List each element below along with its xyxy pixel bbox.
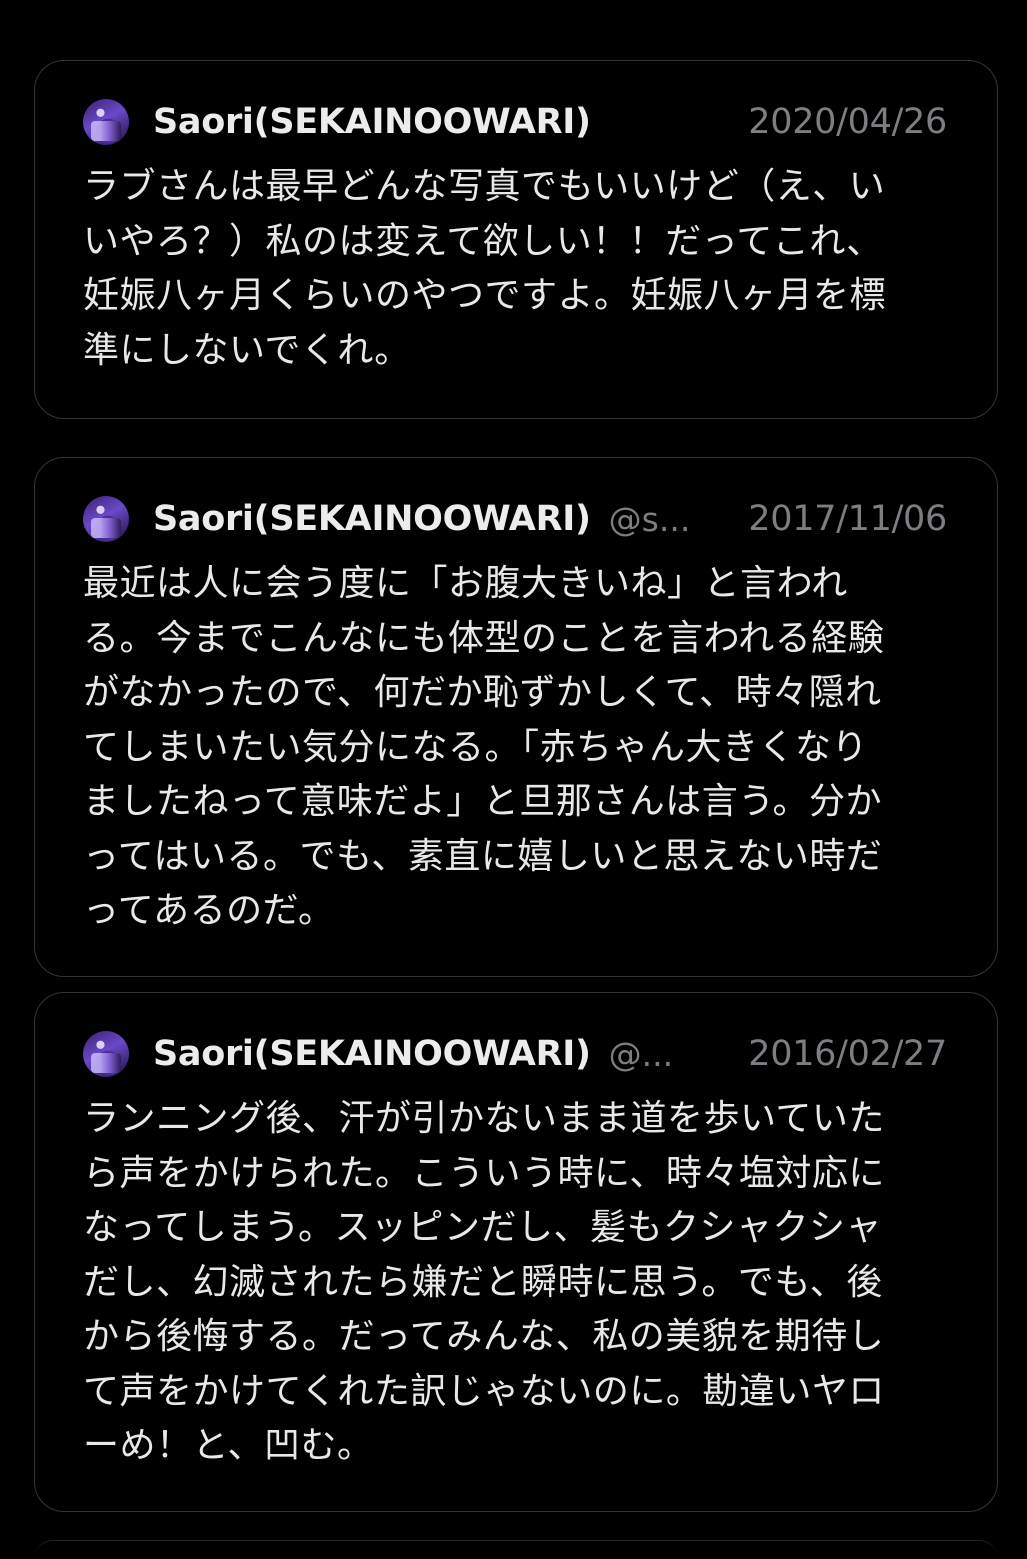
post-text: 最近は人に会う度に「お腹大きいね」と言われ る。今までこんなにも体型のことを言わ… — [83, 563, 885, 931]
post-header: Saori(SEKAINOOWARI) @s... 2017/11/06 — [83, 494, 947, 544]
display-name[interactable]: Saori(SEKAINOOWARI) — [153, 102, 591, 142]
avatar[interactable] — [83, 496, 129, 542]
display-name[interactable]: Saori(SEKAINOOWARI) — [153, 1034, 591, 1074]
avatar[interactable] — [83, 99, 129, 145]
post-date: 2016/02/27 — [748, 1034, 947, 1074]
post-card[interactable]: Saori(SEKAINOOWARI) @... 2016/02/27 ランニン… — [34, 992, 998, 1512]
next-card-edge — [34, 1540, 998, 1559]
post-date: 2020/04/26 — [748, 102, 947, 142]
user-handle[interactable]: @... — [609, 1035, 673, 1074]
post-header: Saori(SEKAINOOWARI) @... 2016/02/27 — [83, 1029, 947, 1079]
post-date: 2017/11/06 — [748, 499, 947, 539]
post-card[interactable]: Saori(SEKAINOOWARI) @s... 2017/11/06 最近は… — [34, 457, 998, 977]
user-handle[interactable]: @s... — [609, 500, 691, 539]
avatar[interactable] — [83, 1031, 129, 1077]
post-text: ランニング後、汗が引かないまま道を歩いていた ら声をかけられた。こういう時に、時… — [83, 1098, 885, 1466]
display-name[interactable]: Saori(SEKAINOOWARI) — [153, 499, 591, 539]
post-text: ラブさんは最早どんな写真でもいいけど（え、い いやろ？）私のは変えて欲しい！！だ… — [83, 166, 887, 371]
post-header: Saori(SEKAINOOWARI) 2020/04/26 — [83, 97, 947, 147]
post-card[interactable]: Saori(SEKAINOOWARI) 2020/04/26 ラブさんは最早どん… — [34, 60, 998, 419]
